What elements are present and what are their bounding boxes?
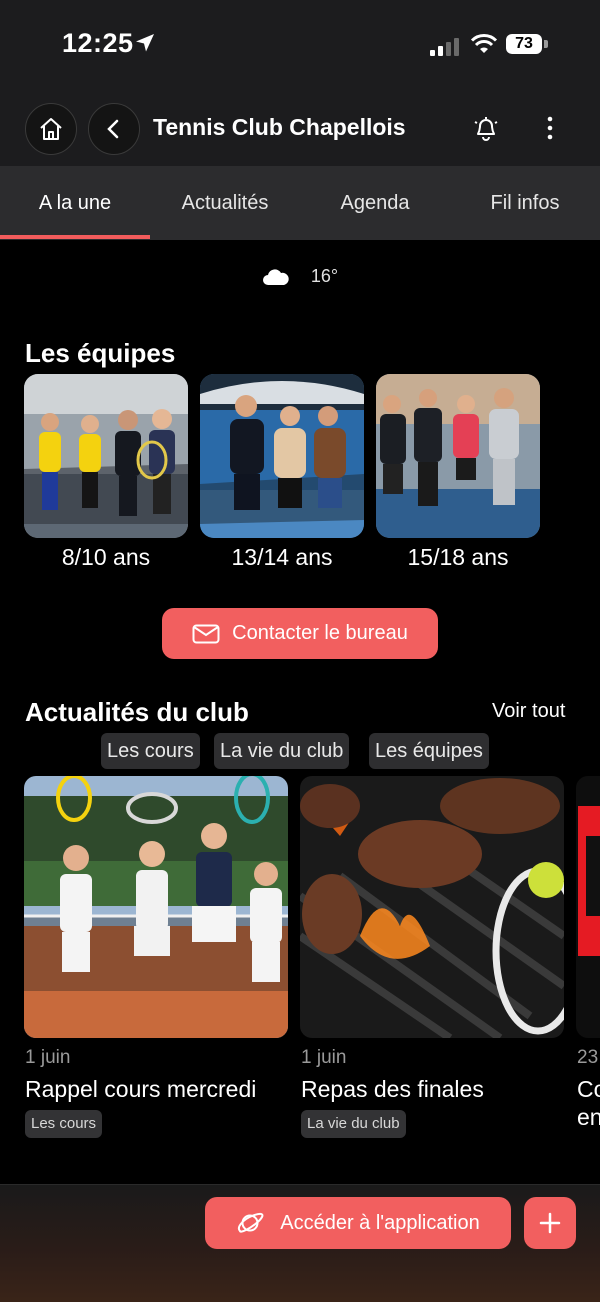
- news-title[interactable]: Rappel cours mercredi: [25, 1076, 256, 1103]
- more-vertical-icon[interactable]: [540, 114, 560, 142]
- news-date: 23: [577, 1047, 599, 1068]
- wifi-icon: [470, 34, 498, 53]
- news-card-cours[interactable]: [24, 776, 288, 1038]
- teams-section-title: Les équipes: [25, 338, 176, 368]
- cellular-signal-icon: [430, 36, 459, 56]
- news-title[interactable]: Repas des finales: [301, 1076, 484, 1103]
- back-button[interactable]: [88, 103, 140, 155]
- plus-icon: [539, 1212, 561, 1234]
- app-header: Tennis Club Chapellois: [0, 90, 600, 166]
- status-time: 12:25: [62, 28, 134, 58]
- filter-chip-vie-du-club[interactable]: La vie du club: [214, 733, 350, 769]
- add-button[interactable]: [524, 1197, 576, 1249]
- filter-chip-les-equipes[interactable]: Les équipes: [369, 733, 489, 769]
- news-tag: Les cours: [25, 1110, 103, 1138]
- news-section-title: Actualités du club: [25, 697, 249, 727]
- news-date: 1 juin: [301, 1047, 347, 1068]
- cloud-icon: [262, 269, 289, 286]
- news-photo: [300, 776, 564, 1038]
- tab-agenda[interactable]: Agenda: [300, 166, 450, 240]
- status-bar: 12:25 73: [0, 0, 600, 90]
- team-photo: [200, 374, 364, 538]
- mail-icon: [192, 624, 220, 643]
- battery-tip: [544, 40, 548, 48]
- home-icon: [40, 118, 62, 140]
- news-date: 1 juin: [25, 1047, 71, 1068]
- home-button[interactable]: [25, 103, 77, 155]
- tab-bar: A la une Actualités Agenda Fil infos: [0, 166, 600, 240]
- news-card-repas[interactable]: [300, 776, 564, 1038]
- contact-office-button[interactable]: Contacter le bureau: [162, 608, 438, 659]
- team-label-15-18: 15/18 ans: [407, 544, 509, 570]
- chevron-left-icon: [107, 119, 119, 139]
- see-all-link[interactable]: Voir tout: [492, 700, 565, 723]
- planet-icon: [238, 1212, 264, 1233]
- team-card-8-10[interactable]: [24, 374, 188, 538]
- news-photo: [24, 776, 288, 1038]
- battery-indicator: 73: [506, 34, 542, 54]
- team-photo: [24, 374, 188, 538]
- tab-a-la-une[interactable]: A la une: [0, 166, 150, 240]
- contact-office-label: Contacter le bureau: [232, 622, 408, 644]
- team-label-8-10: 8/10 ans: [61, 544, 151, 570]
- location-arrow-icon: [136, 34, 154, 52]
- team-photo: [376, 374, 540, 538]
- team-label-13-14: 13/14 ans: [231, 544, 333, 570]
- weather-widget: 16°: [0, 266, 600, 287]
- team-card-13-14[interactable]: [200, 374, 364, 538]
- tab-actualites[interactable]: Actualités: [150, 166, 300, 240]
- tab-fil-infos[interactable]: Fil infos: [450, 166, 600, 240]
- team-card-15-18[interactable]: [376, 374, 540, 538]
- news-title-line2[interactable]: en: [577, 1104, 600, 1131]
- filter-chip-les-cours[interactable]: Les cours: [101, 733, 200, 769]
- news-title[interactable]: Co: [577, 1076, 600, 1103]
- news-photo: [576, 776, 600, 1038]
- bell-icon[interactable]: [470, 112, 502, 144]
- active-tab-indicator: [0, 235, 150, 239]
- access-app-button[interactable]: Accéder à l'application: [205, 1197, 511, 1249]
- weather-temperature: 16°: [310, 266, 339, 286]
- access-app-label: Accéder à l'application: [280, 1211, 480, 1234]
- page-title: Tennis Club Chapellois: [153, 114, 406, 140]
- news-card-partial[interactable]: [576, 776, 600, 1038]
- news-tag: La vie du club: [301, 1110, 406, 1138]
